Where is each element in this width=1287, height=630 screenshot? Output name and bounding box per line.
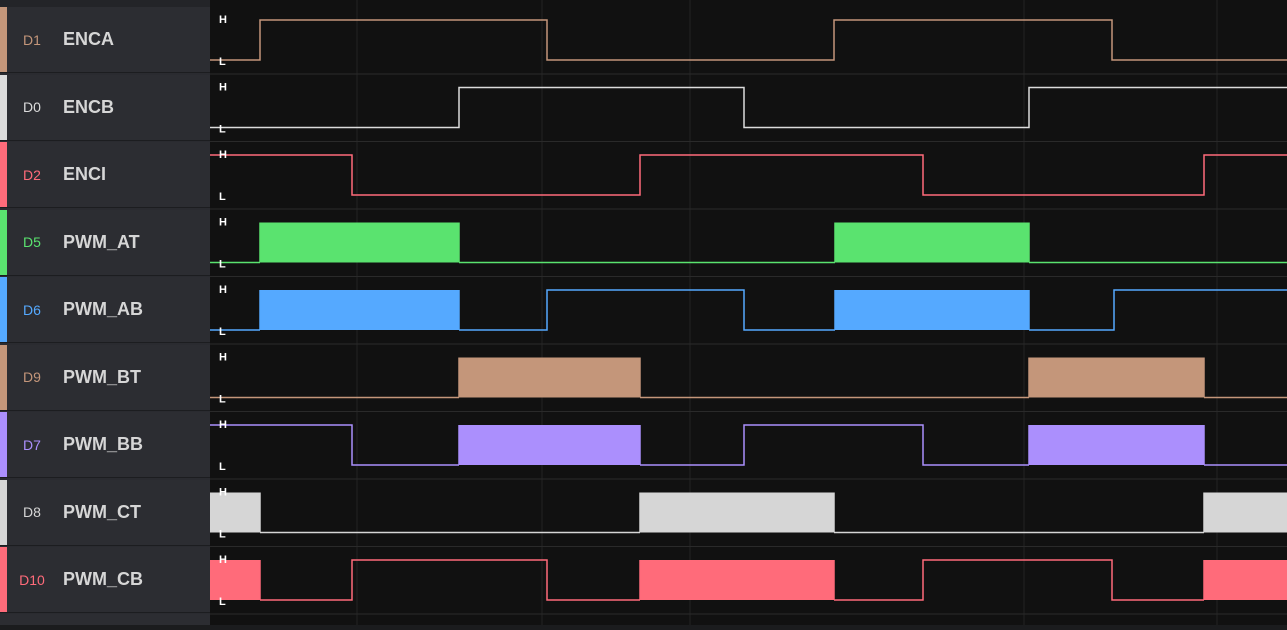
- trace-d8: HL: [210, 487, 1287, 547]
- pulse-block: [210, 560, 260, 600]
- trace-d1: HL: [210, 14, 1287, 75]
- channel-name[interactable]: ENCA: [63, 7, 114, 72]
- pulse-block: [1204, 492, 1287, 533]
- channel-name[interactable]: PWM_AB: [63, 277, 143, 342]
- channel-name[interactable]: PWM_CT: [63, 480, 141, 545]
- level-low-label: L: [219, 529, 226, 541]
- pulse-block: [1029, 357, 1204, 398]
- channel-color-strip: [0, 412, 7, 477]
- level-high-label: H: [219, 554, 227, 566]
- channel-row-d0[interactable]: D0 ENCB: [0, 74, 210, 141]
- channel-color-strip: [0, 209, 7, 275]
- trace-d7: HL: [210, 419, 1287, 480]
- channel-color-strip: [0, 547, 7, 612]
- level-low-label: L: [219, 596, 226, 608]
- level-high-label: H: [219, 487, 227, 499]
- channel-id: D6: [23, 301, 41, 318]
- channel-id: D7: [23, 436, 41, 453]
- channel-name[interactable]: PWM_AT: [63, 210, 140, 275]
- channel-id: D0: [23, 99, 41, 115]
- signal-line: [210, 19, 1287, 61]
- level-high-label: H: [219, 14, 227, 26]
- channel-color-strip: [0, 344, 7, 410]
- waveform-area[interactable]: HLHLHLHLHLHLHLHLHL: [210, 0, 1287, 625]
- pulse-block: [459, 425, 640, 465]
- pulse-block: [260, 290, 459, 330]
- pulse-block: [835, 290, 1029, 330]
- trace-d0: HL: [210, 82, 1287, 142]
- pulse-block: [260, 222, 459, 263]
- level-low-label: L: [219, 326, 226, 338]
- level-low-label: L: [219, 56, 226, 68]
- pulse-block: [1029, 425, 1204, 465]
- channel-id: D2: [23, 166, 41, 183]
- trace-d10: HL: [210, 554, 1287, 615]
- level-high-label: H: [219, 149, 227, 161]
- channel-row-d5[interactable]: D5 PWM_AT: [0, 209, 210, 276]
- channel-row-d9[interactable]: D9 PWM_BT: [0, 344, 210, 411]
- signal-line: [210, 154, 1287, 196]
- waveform-canvas[interactable]: HLHLHLHLHLHLHLHLHL: [210, 0, 1287, 625]
- level-low-label: L: [219, 191, 226, 203]
- level-low-label: L: [219, 461, 226, 473]
- channel-name[interactable]: ENCB: [63, 75, 114, 140]
- channel-row-d1[interactable]: D1 ENCA: [0, 7, 210, 73]
- pulse-block: [459, 357, 640, 398]
- level-high-label: H: [219, 419, 227, 431]
- sidebar-header-gap: [0, 0, 210, 7]
- channel-name[interactable]: ENCI: [63, 142, 106, 207]
- channel-row-d8[interactable]: D8 PWM_CT: [0, 479, 210, 546]
- channel-name[interactable]: PWM_CB: [63, 547, 143, 612]
- pulse-block: [1204, 560, 1287, 600]
- level-low-label: L: [219, 124, 226, 136]
- channel-id: D8: [23, 504, 41, 520]
- signal-line: [210, 86, 1287, 129]
- trace-d6: HL: [210, 284, 1287, 345]
- channel-row-d10[interactable]: D10 PWM_CB: [0, 547, 210, 613]
- channel-color-strip: [0, 74, 7, 140]
- channel-sidebar: D1 ENCA D0 ENCB D2 ENCI D5 PWM_AT D6 PWM_AB D9 PWM_…: [0, 0, 210, 625]
- channel-name[interactable]: PWM_BB: [63, 412, 143, 477]
- channel-name[interactable]: PWM_BT: [63, 345, 141, 410]
- trace-d2: HL: [210, 149, 1287, 210]
- channel-id: D5: [23, 234, 41, 250]
- pulse-block: [640, 560, 834, 600]
- pulse-block: [210, 492, 260, 533]
- level-low-label: L: [219, 259, 226, 271]
- channel-id: D10: [19, 571, 45, 588]
- channel-id: D1: [23, 31, 41, 48]
- level-high-label: H: [219, 352, 227, 364]
- channel-row-d2[interactable]: D2 ENCI: [0, 142, 210, 208]
- level-high-label: H: [219, 82, 227, 94]
- trace-d5: HL: [210, 217, 1287, 277]
- channel-row-d7[interactable]: D7 PWM_BB: [0, 412, 210, 478]
- pulse-block: [835, 222, 1029, 263]
- pulse-block: [640, 492, 834, 533]
- channel-row-d6[interactable]: D6 PWM_AB: [0, 277, 210, 343]
- channel-color-strip: [0, 277, 7, 342]
- trace-d9: HL: [210, 352, 1287, 412]
- channel-color-strip: [0, 7, 7, 72]
- level-high-label: H: [219, 284, 227, 296]
- channel-color-strip: [0, 142, 7, 207]
- level-high-label: H: [219, 217, 227, 229]
- channel-id: D9: [23, 369, 41, 385]
- channel-color-strip: [0, 479, 7, 545]
- level-low-label: L: [219, 394, 226, 406]
- sidebar-footer: [0, 614, 210, 625]
